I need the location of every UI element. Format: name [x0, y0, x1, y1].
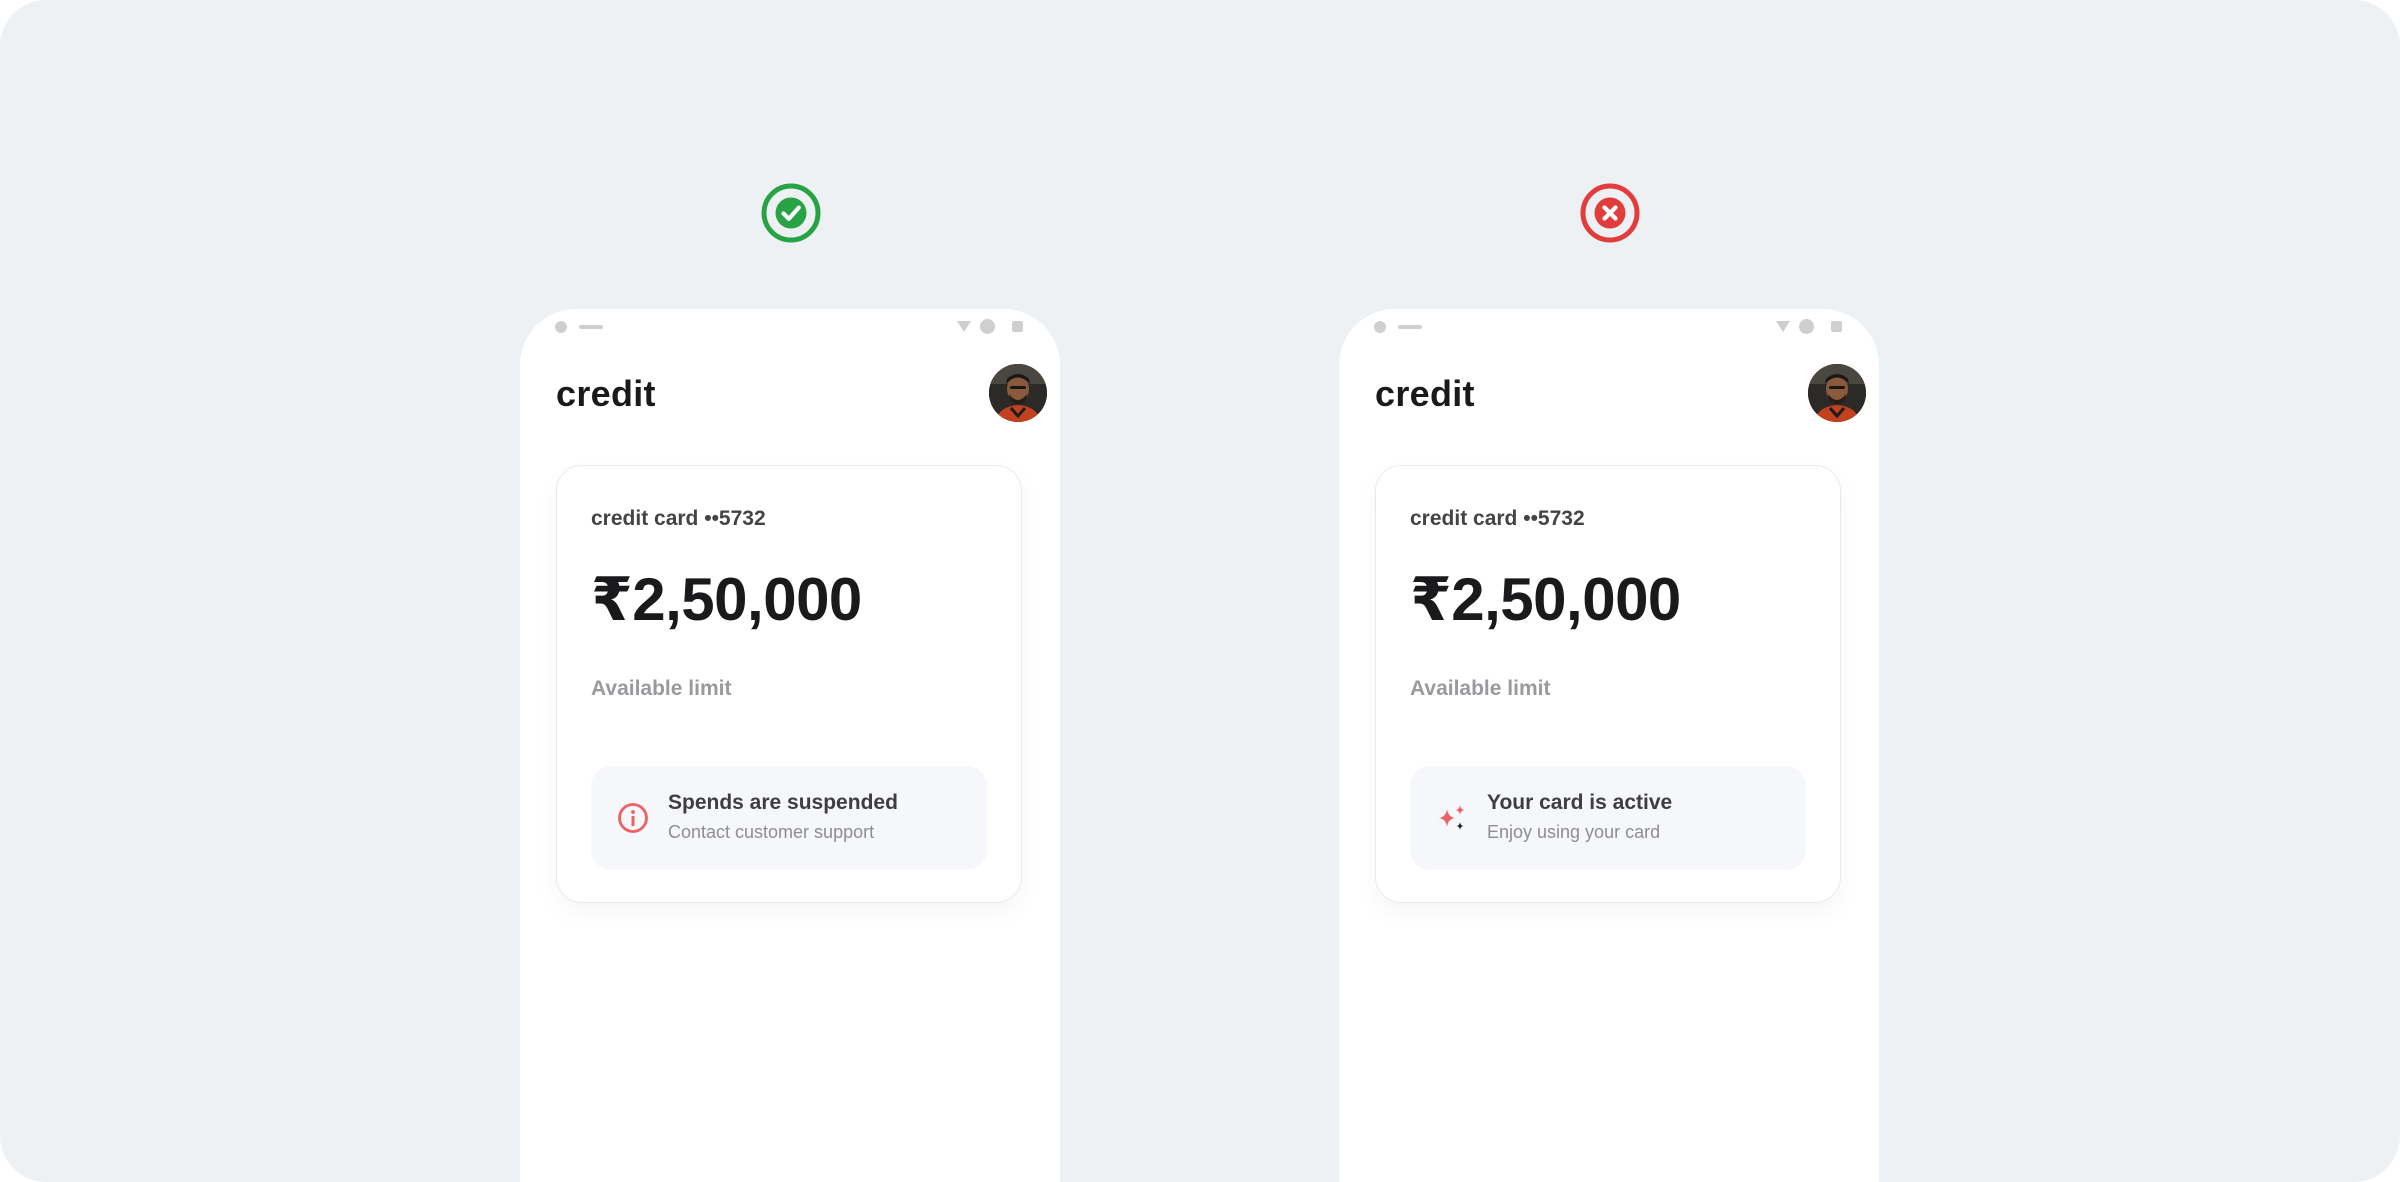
phone-good-example: credit credit card ••5732 ₹2,50,000 Avai… — [520, 309, 1060, 1182]
status-dot-icon — [555, 321, 567, 333]
card-name: credit card ••5732 — [1410, 507, 1585, 530]
available-limit-label: Available limit — [591, 677, 732, 700]
comparison-canvas: credit credit card ••5732 ₹2,50,000 Avai… — [0, 0, 2400, 1182]
battery-icon — [1831, 321, 1842, 332]
wifi-icon — [957, 321, 971, 332]
notice-subtitle: Enjoy using your card — [1487, 822, 1661, 842]
x-circle-icon — [1580, 183, 1640, 243]
status-notice[interactable]: Spends are suspended Contact customer su… — [591, 766, 987, 870]
available-amount: ₹2,50,000 — [1410, 566, 1681, 633]
notice-title: Spends are suspended — [668, 791, 898, 814]
battery-icon — [1012, 321, 1023, 332]
card-name: credit card ••5732 — [591, 507, 766, 530]
signal-icon — [1799, 319, 1814, 334]
status-dash-icon — [1398, 325, 1422, 329]
credit-card-panel[interactable]: credit card ••5732 ₹2,50,000 Available l… — [556, 465, 1022, 903]
phone-bad-example: credit credit card ••5732 ₹2,50,000 Avai… — [1339, 309, 1879, 1182]
available-amount: ₹2,50,000 — [591, 566, 862, 633]
notice-title: Your card is active — [1487, 791, 1673, 814]
available-limit-label: Available limit — [1410, 677, 1551, 700]
check-circle-icon — [761, 183, 821, 243]
notice-subtitle: Contact customer support — [668, 822, 875, 842]
wifi-icon — [1776, 321, 1790, 332]
status-bar — [520, 309, 1060, 345]
status-bar — [1339, 309, 1879, 345]
avatar[interactable] — [1808, 364, 1866, 422]
app-title: credit — [556, 373, 656, 414]
signal-icon — [980, 319, 995, 334]
avatar-photo — [1808, 364, 1866, 422]
status-dash-icon — [579, 325, 603, 329]
status-notice[interactable]: Your card is active Enjoy using your car… — [1410, 766, 1806, 870]
app-title: credit — [1375, 373, 1475, 414]
avatar[interactable] — [989, 364, 1047, 422]
sparkles-icon — [1439, 805, 1465, 830]
avatar-photo — [989, 364, 1047, 422]
info-circle-icon — [618, 803, 648, 833]
credit-card-panel[interactable]: credit card ••5732 ₹2,50,000 Available l… — [1375, 465, 1841, 903]
status-dot-icon — [1374, 321, 1386, 333]
